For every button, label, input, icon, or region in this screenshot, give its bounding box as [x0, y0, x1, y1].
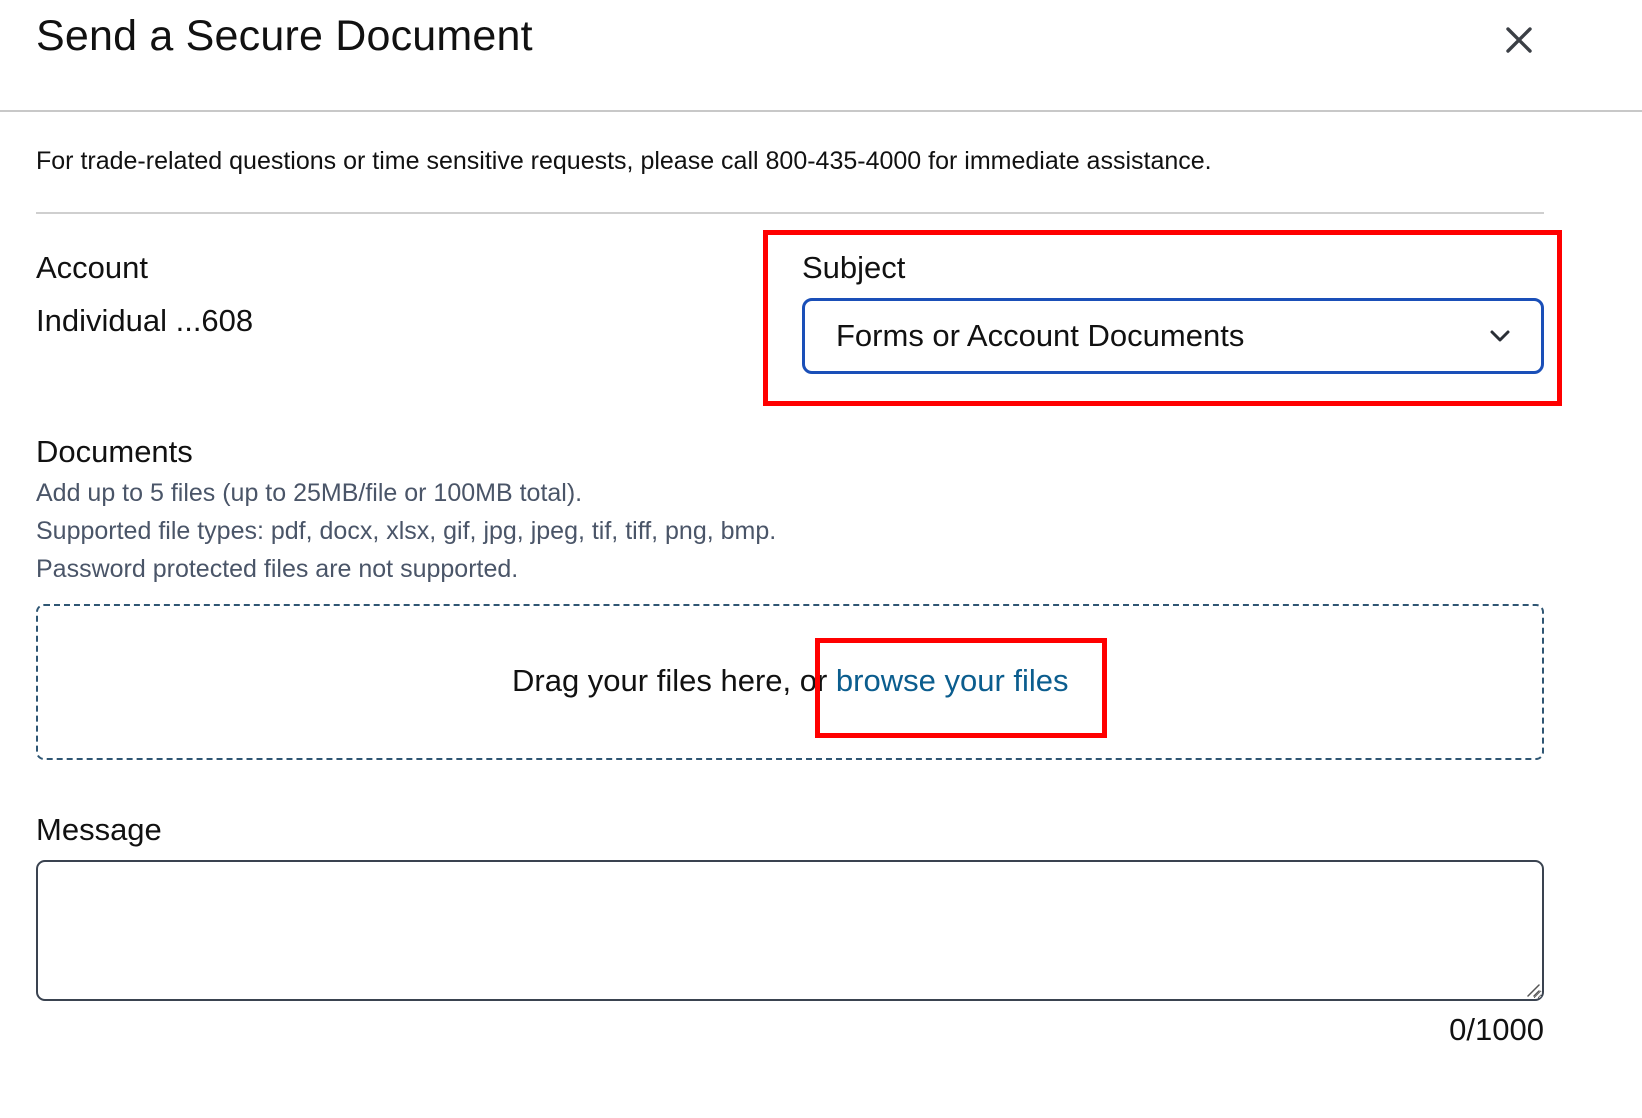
header-divider — [0, 110, 1642, 112]
message-char-count: 0/1000 — [1449, 1012, 1544, 1047]
account-value: Individual ...608 — [36, 303, 254, 338]
subject-selected-value: Forms or Account Documents — [836, 318, 1245, 353]
dropzone-instruction: Drag your files here, or — [512, 663, 836, 698]
message-textarea[interactable] — [36, 860, 1544, 1001]
account-label: Account — [36, 250, 149, 285]
close-icon — [1506, 27, 1532, 53]
dialog-title: Send a Secure Document — [36, 12, 533, 60]
subject-label: Subject — [802, 250, 906, 285]
resize-grip-icon[interactable] — [1524, 981, 1540, 997]
notice-text: For trade-related questions or time sens… — [36, 147, 1212, 175]
documents-label: Documents — [36, 434, 193, 469]
dropzone-text: Drag your files here, or browse your fil… — [512, 663, 1069, 699]
documents-hint-limit: Add up to 5 files (up to 25MB/file or 10… — [36, 479, 583, 507]
close-button[interactable] — [1494, 18, 1544, 62]
browse-files-link[interactable]: browse your files — [836, 663, 1069, 698]
notice-divider — [36, 212, 1544, 214]
chevron-down-icon — [1490, 330, 1510, 342]
message-label: Message — [36, 812, 162, 847]
documents-hint-types: Supported file types: pdf, docx, xlsx, g… — [36, 517, 777, 545]
documents-hint-password: Password protected files are not support… — [36, 555, 519, 583]
subject-select[interactable]: Forms or Account Documents — [802, 298, 1544, 374]
